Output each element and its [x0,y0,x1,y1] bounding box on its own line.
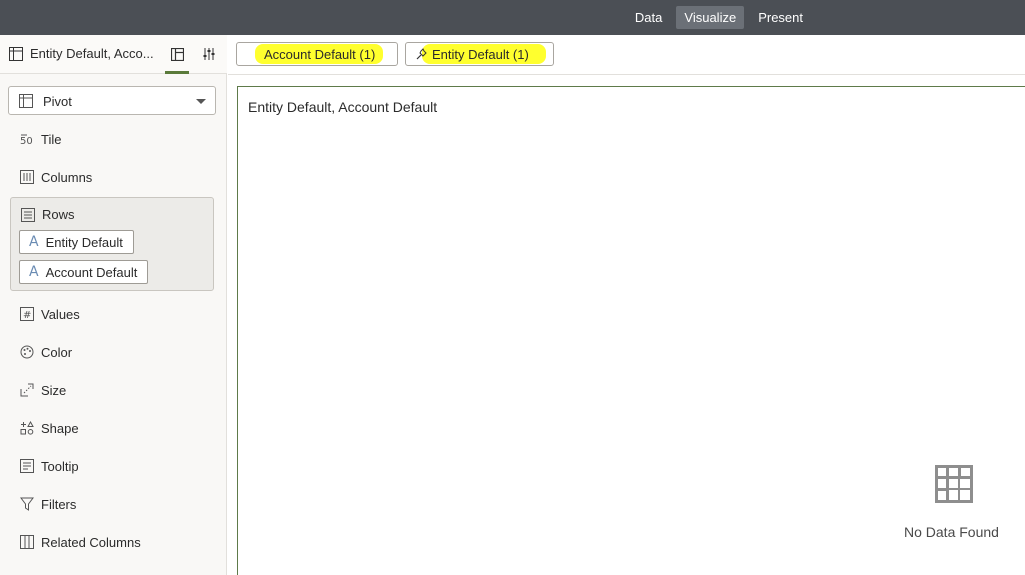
shape-icon [20,421,34,435]
row-field-label: Entity Default [45,234,123,250]
grammar-rows-label: Rows [42,207,75,222]
pin-icon [416,48,427,60]
top-nav: Data Visualize Present [627,0,1025,35]
grammar-columns-label: Columns [41,169,93,185]
grammar-shape[interactable]: Shape [20,419,79,437]
active-tab-indicator [165,71,189,74]
grammar-filters-label: Filters [41,496,77,512]
grammar-shape-label: Shape [41,420,79,436]
filter-chip-account[interactable]: Account Default (1) [236,42,398,66]
data-panel-header: Entity Default, Acco... [0,35,227,74]
grammar-rows[interactable]: Rows A Entity Default A Account Default [10,197,214,291]
row-field-pill[interactable]: A Entity Default [19,230,134,254]
data-panel: Entity Default, Acco... Pivot 50 Tile Co… [0,35,227,575]
grammar-size-label: Size [41,382,67,398]
chevron-down-icon [196,99,206,104]
grammar-tile[interactable]: 50 Tile [20,130,61,148]
sliders-icon [203,48,215,60]
grammar-filters[interactable]: Filters [20,495,76,513]
tooltip-icon [20,459,34,473]
tab-present[interactable]: Present [750,6,811,29]
grammar-icon [170,47,184,61]
row-field-pill[interactable]: A Account Default [19,260,149,284]
viz-title: Entity Default, Account Default [248,99,438,115]
grammar-tab-button[interactable] [168,45,186,63]
grammar-values[interactable]: # Values [20,305,80,323]
pivot-icon [19,94,33,108]
properties-tab-button[interactable] [200,45,218,63]
grammar-tile-label: Tile [41,131,62,147]
svg-text:#: # [23,310,31,321]
grammar-related-columns-label: Related Columns [41,534,141,550]
datasource-title[interactable]: Entity Default, Acco... [30,46,154,61]
no-data-message: No Data Found [904,524,999,540]
grammar-tooltip[interactable]: Tooltip [20,457,79,475]
rows-icon [21,207,35,222]
tile-icon: 50 [20,134,33,146]
filter-chip-entity[interactable]: Entity Default (1) [405,42,554,66]
viz-type-select[interactable]: Pivot [8,86,216,115]
attribute-icon: A [29,264,39,280]
viz-type-label: Pivot [43,94,72,109]
pivot-table-icon [935,465,973,503]
grammar-related-columns[interactable]: Related Columns [20,533,141,551]
hash-icon: # [20,307,34,321]
grammar-color[interactable]: Color [20,343,72,361]
table-icon [9,47,23,61]
filter-chip-label: Account Default (1) [264,47,376,62]
tab-data[interactable]: Data [627,6,670,29]
row-field-label: Account Default [45,264,138,280]
filter-icon [20,497,34,511]
grammar-color-label: Color [41,344,73,360]
palette-icon [20,345,34,359]
attribute-icon: A [29,234,39,250]
viz-canvas[interactable]: Entity Default, Account Default No Data … [237,86,1025,575]
filter-bar: Account Default (1) Entity Default (1) [228,35,1025,75]
top-bar: Data Visualize Present [0,0,1025,35]
tab-visualize[interactable]: Visualize [676,6,745,29]
related-columns-icon [20,535,34,549]
grammar-columns[interactable]: Columns [20,168,92,186]
columns-icon [20,170,34,184]
grammar-values-label: Values [41,306,80,322]
svg-text:50: 50 [20,136,33,146]
filter-chip-label: Entity Default (1) [432,47,529,62]
grammar-size[interactable]: Size [20,381,66,399]
rows-header: Rows [21,207,75,222]
grammar-tooltip-label: Tooltip [41,458,79,474]
size-icon [20,383,34,397]
